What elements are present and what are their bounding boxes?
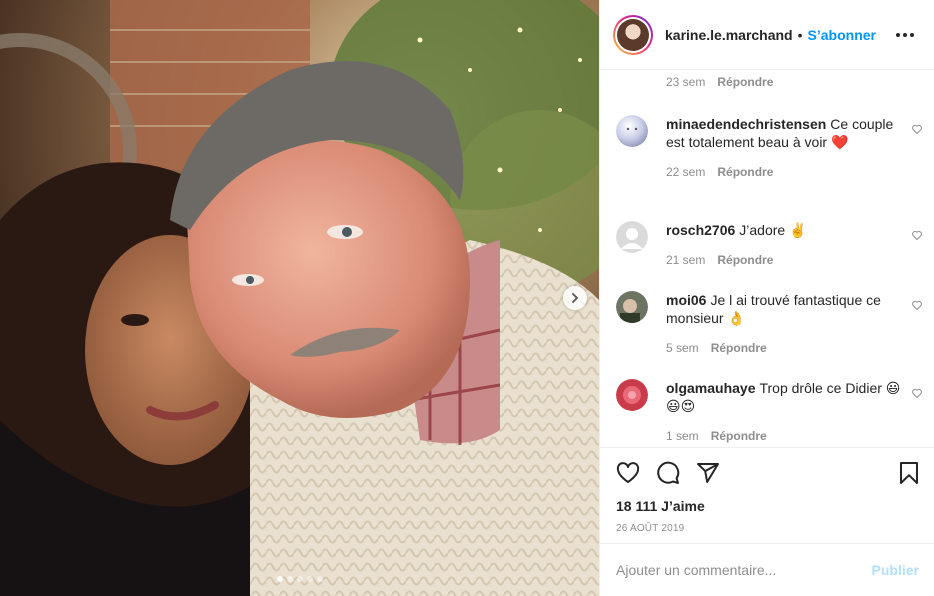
carousel-indicator xyxy=(0,576,599,582)
like-comment-heart-icon[interactable] xyxy=(911,123,923,135)
carousel-dot xyxy=(306,576,313,582)
like-comment-heart-icon[interactable] xyxy=(911,229,923,241)
likes-count[interactable]: 18 111 J’aime xyxy=(600,498,934,514)
carousel-dot xyxy=(316,576,323,582)
default-avatar-icon[interactable] xyxy=(616,221,648,253)
comment-text: J’adore ✌️ xyxy=(739,222,807,238)
more-options-icon[interactable] xyxy=(892,29,918,41)
rose-avatar-icon[interactable] xyxy=(616,379,648,411)
reply-button[interactable]: Répondre xyxy=(711,341,767,355)
instagram-post: karine.le.marchand • S’abonner 23 sem Rép… xyxy=(0,0,934,596)
comment-username[interactable]: moi06 xyxy=(666,292,706,308)
moon-avatar-icon[interactable] xyxy=(616,115,648,147)
author-username[interactable]: karine.le.marchand xyxy=(665,27,793,43)
reply-button[interactable]: Répondre xyxy=(717,253,773,267)
heart-icon[interactable] xyxy=(616,461,640,485)
comment-age: 22 sem xyxy=(666,165,706,179)
previous-comment-meta: 23 sem Répondre xyxy=(666,75,773,89)
add-comment-bar: Publier xyxy=(600,543,934,596)
comment-item: moi06 Je l ai trouvé fantastique ce monsi… xyxy=(616,291,923,357)
bookmark-icon[interactable] xyxy=(897,461,921,485)
comment-item: olgamauhaye Trop drôle ce Didier 😃😃😍 1 se… xyxy=(616,379,923,445)
comment-age: 5 sem xyxy=(666,341,699,355)
carousel-dot xyxy=(276,576,283,582)
comment-age: 1 sem xyxy=(666,429,699,443)
post-date[interactable]: 26 AOÛT 2019 xyxy=(600,523,934,534)
author-avatar[interactable] xyxy=(613,14,653,55)
post-header: karine.le.marchand • S’abonner xyxy=(600,0,934,70)
comment-username[interactable]: minaedendechristensen xyxy=(666,116,826,132)
share-icon[interactable] xyxy=(696,461,720,485)
comment-age: 23 sem xyxy=(666,75,706,89)
post-actions-area: 18 111 J’aime 26 AOÛT 2019 xyxy=(600,447,934,534)
comment-item: minaedendechristensen Ce couple est total… xyxy=(616,115,923,181)
follow-button[interactable]: S’abonner xyxy=(808,27,876,43)
reply-button[interactable]: Répondre xyxy=(711,429,767,443)
like-comment-heart-icon[interactable] xyxy=(911,299,923,311)
reply-button[interactable]: Répondre xyxy=(717,165,773,179)
like-comment-heart-icon[interactable] xyxy=(911,387,923,399)
comment-icon[interactable] xyxy=(656,461,680,485)
comment-age: 21 sem xyxy=(666,253,706,267)
next-photo-button[interactable] xyxy=(563,286,587,310)
action-bar xyxy=(600,448,934,498)
reply-button[interactable]: Répondre xyxy=(717,75,773,89)
carousel-dot xyxy=(286,576,293,582)
comment-item: rosch2706 J’adore ✌️ 21 sem Répondre xyxy=(616,221,923,269)
comment-input[interactable] xyxy=(616,562,872,578)
comment-username[interactable]: olgamauhaye xyxy=(666,380,755,396)
chevron-right-icon xyxy=(572,293,578,303)
photo-avatar-icon[interactable] xyxy=(616,291,648,323)
comment-username[interactable]: rosch2706 xyxy=(666,222,735,238)
publish-button[interactable]: Publier xyxy=(872,562,919,578)
post-photo[interactable] xyxy=(0,0,599,596)
post-side-panel: karine.le.marchand • S’abonner 23 sem Rép… xyxy=(599,0,934,596)
selfie-photo xyxy=(0,0,599,596)
comments-list[interactable]: 23 sem Répondre minaedendechristensen Ce c… xyxy=(600,70,934,447)
carousel-dot xyxy=(296,576,303,582)
header-separator: • xyxy=(797,26,803,43)
